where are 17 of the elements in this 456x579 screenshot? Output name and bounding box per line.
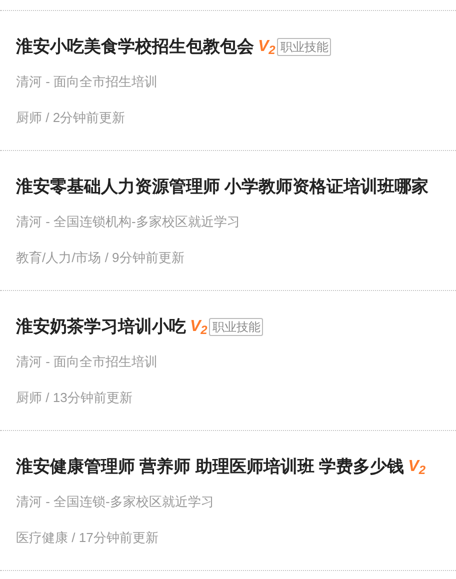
listing-title[interactable]: 淮安零基础人力资源管理师 小学教师资格证培训班哪家 — [16, 174, 429, 200]
listing-title[interactable]: 淮安小吃美食学校招生包教包会 — [16, 34, 254, 60]
vip-level-label: V$_{2}$ — [190, 319, 208, 335]
vip-level-label: V$_{2}$ — [258, 39, 276, 55]
location-text: 清河 - 面向全市招生培训 — [16, 73, 158, 91]
category-time-text: 教育/人力/市场 / 9分钟前更新 — [16, 249, 184, 267]
listing-title[interactable]: 淮安奶茶学习培训小吃 — [16, 314, 186, 340]
location-text: 清河 - 全国连锁机构-多家校区就近学习 — [16, 213, 240, 231]
category-tag: 职业技能 — [277, 38, 332, 56]
vip-level-label: V$_{2}$ — [408, 459, 426, 475]
location-text: 清河 - 面向全市招生培训 — [16, 353, 158, 371]
listing-title[interactable]: 淮安健康管理师 营养师 助理医师培训班 学费多少钱 — [16, 454, 404, 480]
category-tag: 职业技能 — [209, 318, 264, 336]
category-time-text: 厨师 / 2分钟前更新 — [16, 109, 126, 127]
location-text: 清河 - 全国连锁-多家校区就近学习 — [16, 493, 214, 511]
category-time-text: 医疗健康 / 17分钟前更新 — [16, 529, 158, 547]
category-time-text: 厨师 / 13分钟前更新 — [16, 389, 132, 407]
